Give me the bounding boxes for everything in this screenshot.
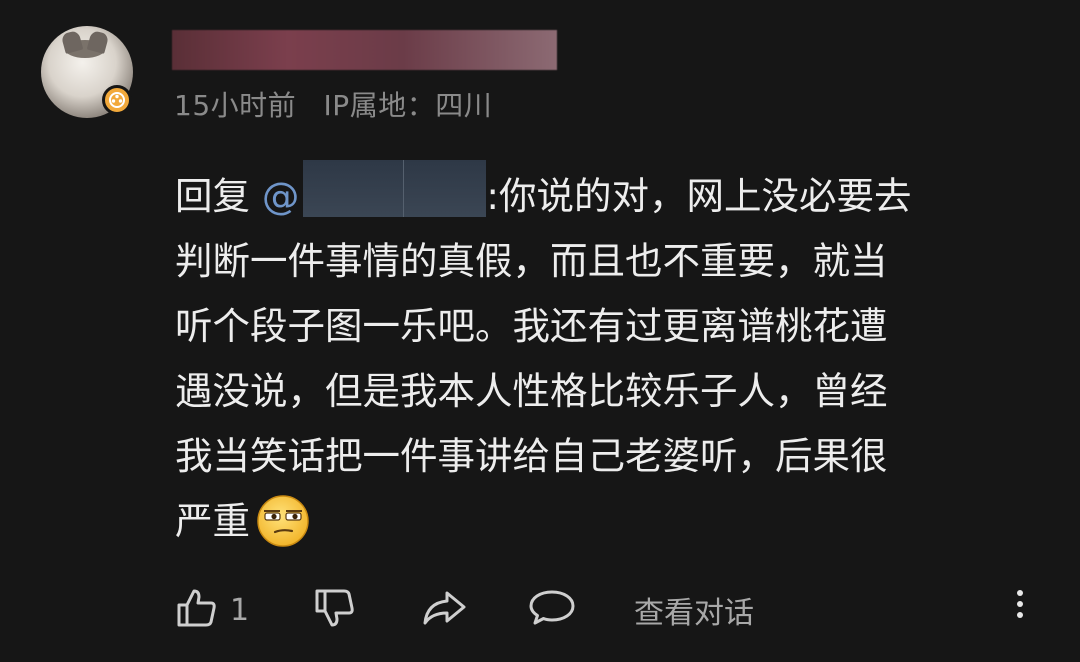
avatar-cat-ear-right — [86, 30, 110, 54]
reply-button[interactable] — [528, 580, 576, 640]
more-dot — [1017, 590, 1023, 596]
more-dot — [1017, 601, 1023, 607]
thumbs-up-icon — [174, 585, 220, 635]
comment-line-6: 严重 — [175, 489, 1045, 554]
gold-badge-icon — [102, 85, 132, 115]
more-vertical-icon[interactable] — [1008, 590, 1032, 630]
dislike-button[interactable] — [312, 580, 358, 640]
mention-name-redacted — [303, 160, 487, 217]
mention-symbol: @ — [261, 174, 300, 218]
comment-line-3: 听个段子图一乐吧。我还有过更离谱桃花遭 — [175, 304, 888, 348]
username-redacted[interactable] — [172, 30, 557, 70]
reply-prefix: 回复 — [175, 174, 250, 218]
ip-location: IP属地：四川 — [323, 89, 493, 122]
comment-time: 15小时前 — [174, 89, 297, 122]
mention-link[interactable]: @ — [261, 160, 487, 218]
comment-action-bar: 1 查看对话 — [0, 580, 1080, 640]
like-button[interactable]: 1 — [174, 580, 249, 640]
comment-line-4: 遇没说，但是我本人性格比较乐子人，曾经 — [175, 369, 888, 413]
comment-line-1-text: :你说的对，网上没必要去 — [486, 174, 912, 218]
share-button[interactable] — [420, 580, 468, 640]
comment-line-6-text: 严重 — [175, 499, 250, 543]
more-dot — [1017, 612, 1023, 618]
comment-meta: 15小时前 IP属地：四川 — [174, 84, 492, 124]
comment-line-2: 判断一件事情的真假，而且也不重要，就当 — [175, 239, 888, 283]
comment-body: 回复 @ :你说的对，网上没必要去 判断一件事情的真假，而且也不重要，就当 听个段… — [175, 160, 1045, 554]
like-count: 1 — [230, 592, 250, 628]
comment-line-1: 回复 @ :你说的对，网上没必要去 — [175, 160, 1045, 229]
view-thread-button[interactable]: 查看对话 — [634, 580, 754, 640]
share-arrow-icon — [420, 585, 468, 635]
speech-bubble-icon — [528, 585, 576, 635]
smirk-emoji-icon — [256, 494, 310, 548]
thumbs-down-icon — [312, 585, 358, 635]
comment-line-5: 我当笑话把一件事讲给自己老婆听，后果很 — [175, 434, 888, 478]
